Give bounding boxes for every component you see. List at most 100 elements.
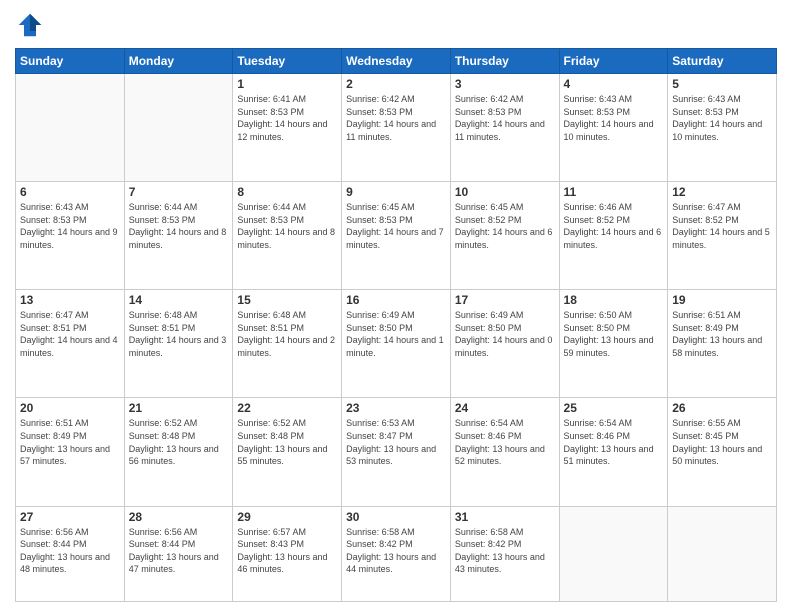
calendar-cell: 26Sunrise: 6:55 AM Sunset: 8:45 PM Dayli… xyxy=(668,398,777,506)
weekday-header-row: SundayMondayTuesdayWednesdayThursdayFrid… xyxy=(16,49,777,74)
day-info: Sunrise: 6:43 AM Sunset: 8:53 PM Dayligh… xyxy=(20,201,120,251)
day-number: 15 xyxy=(237,293,337,307)
header xyxy=(15,10,777,40)
calendar-cell: 25Sunrise: 6:54 AM Sunset: 8:46 PM Dayli… xyxy=(559,398,668,506)
day-number: 4 xyxy=(564,77,664,91)
calendar-cell: 6 Sunrise: 6:43 AM Sunset: 8:53 PM Daylig… xyxy=(16,182,125,290)
weekday-friday: Friday xyxy=(559,49,668,74)
day-number: 22 xyxy=(237,401,337,415)
calendar-cell: 1 Sunrise: 6:41 AM Sunset: 8:53 PM Daylig… xyxy=(233,74,342,182)
day-info: Sunrise: 6:45 AM Sunset: 8:53 PM Dayligh… xyxy=(346,201,446,251)
day-info: Sunrise: 6:53 AM Sunset: 8:47 PM Dayligh… xyxy=(346,417,446,467)
day-number: 6 xyxy=(20,185,120,199)
page: SundayMondayTuesdayWednesdayThursdayFrid… xyxy=(0,0,792,612)
day-number: 8 xyxy=(237,185,337,199)
day-info: Sunrise: 6:51 AM Sunset: 8:49 PM Dayligh… xyxy=(20,417,120,467)
day-number: 16 xyxy=(346,293,446,307)
day-info: Sunrise: 6:42 AM Sunset: 8:53 PM Dayligh… xyxy=(346,93,446,143)
calendar-cell: 21 Sunrise: 6:52 AM Sunset: 8:48 PM Dayli… xyxy=(124,398,233,506)
calendar-cell: 8 Sunrise: 6:44 AM Sunset: 8:53 PM Daylig… xyxy=(233,182,342,290)
calendar-week-5: 27 Sunrise: 6:56 AM Sunset: 8:44 PM Dayli… xyxy=(16,506,777,601)
calendar-cell xyxy=(559,506,668,601)
calendar-week-4: 20Sunrise: 6:51 AM Sunset: 8:49 PM Dayli… xyxy=(16,398,777,506)
day-info: Sunrise: 6:43 AM Sunset: 8:53 PM Dayligh… xyxy=(672,93,772,143)
day-info: Sunrise: 6:58 AM Sunset: 8:42 PM Dayligh… xyxy=(346,526,446,576)
day-number: 17 xyxy=(455,293,555,307)
calendar-cell: 15 Sunrise: 6:48 AM Sunset: 8:51 PM Dayli… xyxy=(233,290,342,398)
day-info: Sunrise: 6:54 AM Sunset: 8:46 PM Dayligh… xyxy=(455,417,555,467)
calendar-cell: 20Sunrise: 6:51 AM Sunset: 8:49 PM Dayli… xyxy=(16,398,125,506)
day-info: Sunrise: 6:54 AM Sunset: 8:46 PM Dayligh… xyxy=(564,417,664,467)
day-info: Sunrise: 6:47 AM Sunset: 8:52 PM Dayligh… xyxy=(672,201,772,251)
calendar-cell: 3Sunrise: 6:42 AM Sunset: 8:53 PM Daylig… xyxy=(450,74,559,182)
calendar-cell xyxy=(16,74,125,182)
day-info: Sunrise: 6:45 AM Sunset: 8:52 PM Dayligh… xyxy=(455,201,555,251)
calendar-cell: 14Sunrise: 6:48 AM Sunset: 8:51 PM Dayli… xyxy=(124,290,233,398)
day-info: Sunrise: 6:48 AM Sunset: 8:51 PM Dayligh… xyxy=(237,309,337,359)
day-info: Sunrise: 6:51 AM Sunset: 8:49 PM Dayligh… xyxy=(672,309,772,359)
day-number: 2 xyxy=(346,77,446,91)
day-info: Sunrise: 6:58 AM Sunset: 8:42 PM Dayligh… xyxy=(455,526,555,576)
weekday-saturday: Saturday xyxy=(668,49,777,74)
calendar-cell: 16 Sunrise: 6:49 AM Sunset: 8:50 PM Dayli… xyxy=(342,290,451,398)
day-number: 29 xyxy=(237,510,337,524)
calendar-cell: 13Sunrise: 6:47 AM Sunset: 8:51 PM Dayli… xyxy=(16,290,125,398)
calendar-cell xyxy=(124,74,233,182)
day-info: Sunrise: 6:52 AM Sunset: 8:48 PM Dayligh… xyxy=(129,417,229,467)
calendar-cell: 24Sunrise: 6:54 AM Sunset: 8:46 PM Dayli… xyxy=(450,398,559,506)
day-info: Sunrise: 6:50 AM Sunset: 8:50 PM Dayligh… xyxy=(564,309,664,359)
logo-icon xyxy=(15,10,45,40)
day-info: Sunrise: 6:56 AM Sunset: 8:44 PM Dayligh… xyxy=(129,526,229,576)
day-number: 26 xyxy=(672,401,772,415)
calendar-week-3: 13Sunrise: 6:47 AM Sunset: 8:51 PM Dayli… xyxy=(16,290,777,398)
day-info: Sunrise: 6:46 AM Sunset: 8:52 PM Dayligh… xyxy=(564,201,664,251)
day-info: Sunrise: 6:41 AM Sunset: 8:53 PM Dayligh… xyxy=(237,93,337,143)
day-number: 5 xyxy=(672,77,772,91)
day-info: Sunrise: 6:43 AM Sunset: 8:53 PM Dayligh… xyxy=(564,93,664,143)
calendar-cell: 11 Sunrise: 6:46 AM Sunset: 8:52 PM Dayli… xyxy=(559,182,668,290)
weekday-wednesday: Wednesday xyxy=(342,49,451,74)
calendar-cell: 31 Sunrise: 6:58 AM Sunset: 8:42 PM Dayli… xyxy=(450,506,559,601)
day-number: 1 xyxy=(237,77,337,91)
calendar-cell xyxy=(668,506,777,601)
calendar-week-2: 6 Sunrise: 6:43 AM Sunset: 8:53 PM Daylig… xyxy=(16,182,777,290)
day-number: 3 xyxy=(455,77,555,91)
calendar-cell: 27 Sunrise: 6:56 AM Sunset: 8:44 PM Dayli… xyxy=(16,506,125,601)
day-number: 12 xyxy=(672,185,772,199)
day-number: 30 xyxy=(346,510,446,524)
calendar-week-1: 1 Sunrise: 6:41 AM Sunset: 8:53 PM Daylig… xyxy=(16,74,777,182)
day-info: Sunrise: 6:49 AM Sunset: 8:50 PM Dayligh… xyxy=(346,309,446,359)
day-number: 19 xyxy=(672,293,772,307)
day-number: 11 xyxy=(564,185,664,199)
calendar-cell: 17 Sunrise: 6:49 AM Sunset: 8:50 PM Dayli… xyxy=(450,290,559,398)
calendar-cell: 22 Sunrise: 6:52 AM Sunset: 8:48 PM Dayli… xyxy=(233,398,342,506)
day-number: 27 xyxy=(20,510,120,524)
calendar-cell: 18Sunrise: 6:50 AM Sunset: 8:50 PM Dayli… xyxy=(559,290,668,398)
day-number: 7 xyxy=(129,185,229,199)
day-info: Sunrise: 6:48 AM Sunset: 8:51 PM Dayligh… xyxy=(129,309,229,359)
day-info: Sunrise: 6:44 AM Sunset: 8:53 PM Dayligh… xyxy=(129,201,229,251)
day-number: 23 xyxy=(346,401,446,415)
calendar-cell: 23 Sunrise: 6:53 AM Sunset: 8:47 PM Dayli… xyxy=(342,398,451,506)
weekday-thursday: Thursday xyxy=(450,49,559,74)
calendar-cell: 12 Sunrise: 6:47 AM Sunset: 8:52 PM Dayli… xyxy=(668,182,777,290)
day-info: Sunrise: 6:44 AM Sunset: 8:53 PM Dayligh… xyxy=(237,201,337,251)
day-number: 21 xyxy=(129,401,229,415)
calendar-cell: 5 Sunrise: 6:43 AM Sunset: 8:53 PM Daylig… xyxy=(668,74,777,182)
day-number: 31 xyxy=(455,510,555,524)
calendar-cell: 30 Sunrise: 6:58 AM Sunset: 8:42 PM Dayli… xyxy=(342,506,451,601)
day-info: Sunrise: 6:56 AM Sunset: 8:44 PM Dayligh… xyxy=(20,526,120,576)
calendar-cell: 10 Sunrise: 6:45 AM Sunset: 8:52 PM Dayli… xyxy=(450,182,559,290)
day-number: 28 xyxy=(129,510,229,524)
calendar-cell: 7 Sunrise: 6:44 AM Sunset: 8:53 PM Daylig… xyxy=(124,182,233,290)
day-number: 10 xyxy=(455,185,555,199)
calendar-cell: 4 Sunrise: 6:43 AM Sunset: 8:53 PM Daylig… xyxy=(559,74,668,182)
day-info: Sunrise: 6:57 AM Sunset: 8:43 PM Dayligh… xyxy=(237,526,337,576)
day-info: Sunrise: 6:47 AM Sunset: 8:51 PM Dayligh… xyxy=(20,309,120,359)
day-number: 9 xyxy=(346,185,446,199)
day-info: Sunrise: 6:49 AM Sunset: 8:50 PM Dayligh… xyxy=(455,309,555,359)
calendar-cell: 28 Sunrise: 6:56 AM Sunset: 8:44 PM Dayli… xyxy=(124,506,233,601)
calendar-cell: 29 Sunrise: 6:57 AM Sunset: 8:43 PM Dayli… xyxy=(233,506,342,601)
weekday-tuesday: Tuesday xyxy=(233,49,342,74)
day-info: Sunrise: 6:52 AM Sunset: 8:48 PM Dayligh… xyxy=(237,417,337,467)
